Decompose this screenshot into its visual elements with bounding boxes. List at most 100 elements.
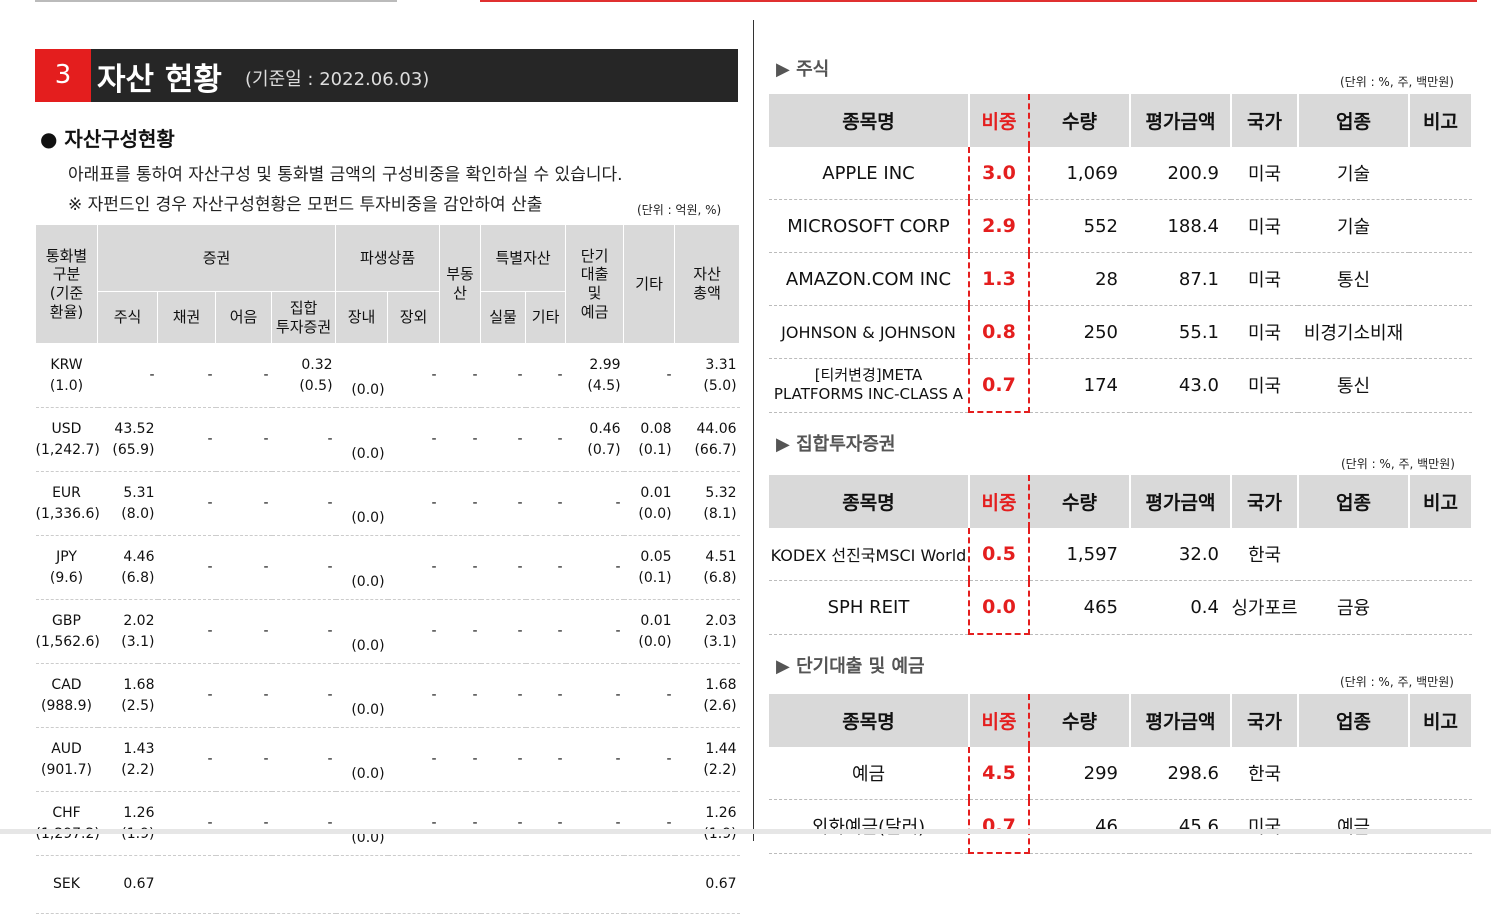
th-name: 종목명 [769,694,970,747]
cell-bill: - [215,663,272,728]
cell-sector: 통신 [1298,252,1409,306]
cell-weight: 1.3 [968,252,1030,306]
cell-qty: 1,597 [1029,528,1130,581]
cell-special-other: - [525,727,566,792]
cell-other: - [623,791,675,856]
bottom-scrollbar[interactable] [0,829,1491,834]
th-currency: 통화별 구분 (기준 환율) [35,224,98,344]
cell-total: 1.26(1.9) [674,791,740,856]
cell-qty: 46 [1029,799,1130,854]
cell-note [1409,358,1472,413]
cell-physical: - [480,791,526,856]
cell-stock: 2.02 (3.1) [97,599,158,664]
funds-unit: (단위 : %, 주, 백만원) [1341,457,1455,471]
cell-otc: - [387,471,440,536]
cell-total: 2.03 (3.1) [674,599,740,664]
cell-country: 한국 [1231,528,1298,581]
cell-other: 0.01 (0.0) [623,599,675,664]
cell-currency: GBP (1,562.6) [35,599,100,664]
table-row: JPY (9.6) 4.46 (6.8) - - - (0.0) - - - - -0.05 (0.1) 4… [35,535,740,600]
cell-value: 200.9 [1130,147,1231,200]
th-stock: 주식 [97,291,158,344]
cell-realestate: - [439,663,481,728]
cell-special-other: - [525,535,566,600]
cell-bill: - [215,535,272,600]
cell-qty: 28 [1029,252,1130,306]
cell-note [1409,747,1472,800]
cell-other: - [623,343,675,408]
cell-other: 0.01 (0.0) [623,471,675,536]
cell-name: AMAZON.COM INC [769,252,969,306]
table-row: JOHNSON & JOHNSON 0.8 250 55.1 미국 비경기소비재 [769,305,1472,359]
header-row: 종목명 비중 수량 평가금액 국가 업종 비고 [769,94,1473,147]
th-derivatives: 파생상품 [335,224,441,292]
cell-exchange: (0.0) [335,343,388,408]
cell-bill: - [215,727,272,792]
cell-otc: - [387,407,440,472]
cell-currency: AUD (901.7) [35,727,98,792]
th-sector: 업종 [1298,475,1410,528]
cell-value: 45.6 [1130,799,1231,854]
table-row: KRW (1.0) - - -0.32 (0.5) (0.0) - - - -2.99 (4.5) -3… [35,343,740,408]
cell-note [1409,799,1472,854]
cell-realestate: - [439,727,481,792]
cell-bond: - [157,663,216,728]
th-shortterm: 단기 대출 및 예금 [565,224,625,344]
cell-physical: - [480,407,526,472]
cell-bond: - [157,407,216,472]
cell-collective: - [271,727,336,792]
th-country: 국가 [1231,694,1299,747]
cell-name: KODEX 선진국MSCI World [769,528,969,581]
th-special: 특별자산 [480,224,567,292]
th-securities: 증권 [96,224,337,292]
cell-note [1409,305,1472,359]
composition-unit: (단위 : 억원, %) [637,203,722,217]
cell-value: 43.0 [1130,358,1231,413]
cell-other: 0.08 (0.1) [623,407,675,472]
cell-realestate: - [439,343,481,408]
th-weight: 비중 [968,475,1030,528]
th-qty: 수량 [1029,94,1131,147]
cell-shortterm: - [565,727,624,792]
cell-sector [1298,528,1409,581]
cell-weight: 0.7 [968,358,1030,413]
cell-qty: 1,069 [1029,147,1130,200]
cell-bill [215,855,272,914]
table-row: CAD (988.9) 1.68 (2.5) - - - (0.0) - - - - - -1.68 (2.… [35,663,740,728]
stocks-table: 종목명 비중 수량 평가금액 국가 업종 비고 APPLE INC 3.0 1,069 200.9 미… [769,94,1473,413]
cell-name: 외화예금(달러) [769,799,969,854]
cell-exchange: (0.0) [335,599,388,664]
cell-total: 4.51 (6.8) [674,535,740,600]
cell-total: 1.68 (2.6) [674,663,740,728]
cell-bond: - [157,791,216,856]
cell-total: 5.32 (8.1) [674,471,740,536]
cell-collective: - [271,791,336,856]
cell-stock: 1.43 (2.2) [97,727,158,792]
th-name: 종목명 [769,94,970,147]
cell-special-other: - [525,407,566,472]
cell-bill: - [215,343,272,408]
cell-note [1409,528,1472,581]
page-divider [753,20,754,841]
cell-bill: - [215,791,272,856]
cell-otc: - [387,599,440,664]
cell-country: 미국 [1231,199,1298,253]
cell-bond: - [157,343,216,408]
cell-weight: 0.7 [968,799,1030,854]
deposits-subtitle: ▶ 단기대출 및 예금 [776,656,925,677]
cell-currency: SEK [35,855,98,914]
th-note: 비고 [1409,475,1473,528]
cell-exchange: (0.0) [335,791,388,856]
cell-physical: - [480,727,526,792]
table-row: SPH REIT 0.0 465 0.4 싱가포르 금융 [769,580,1472,635]
cell-sector: 비경기소비재 [1298,305,1409,359]
cell-weight: 0.5 [968,528,1030,581]
cell-otc: - [387,535,440,600]
header-row: 종목명 비중 수량 평가금액 국가 업종 비고 [769,694,1473,747]
cell-note [1409,252,1472,306]
cell-realestate: - [439,599,481,664]
cell-value: 0.4 [1130,580,1231,635]
th-exchange: 장내 [335,291,389,344]
cell-value: 188.4 [1130,199,1231,253]
th-collective: 집합 투자증권 [270,291,337,344]
